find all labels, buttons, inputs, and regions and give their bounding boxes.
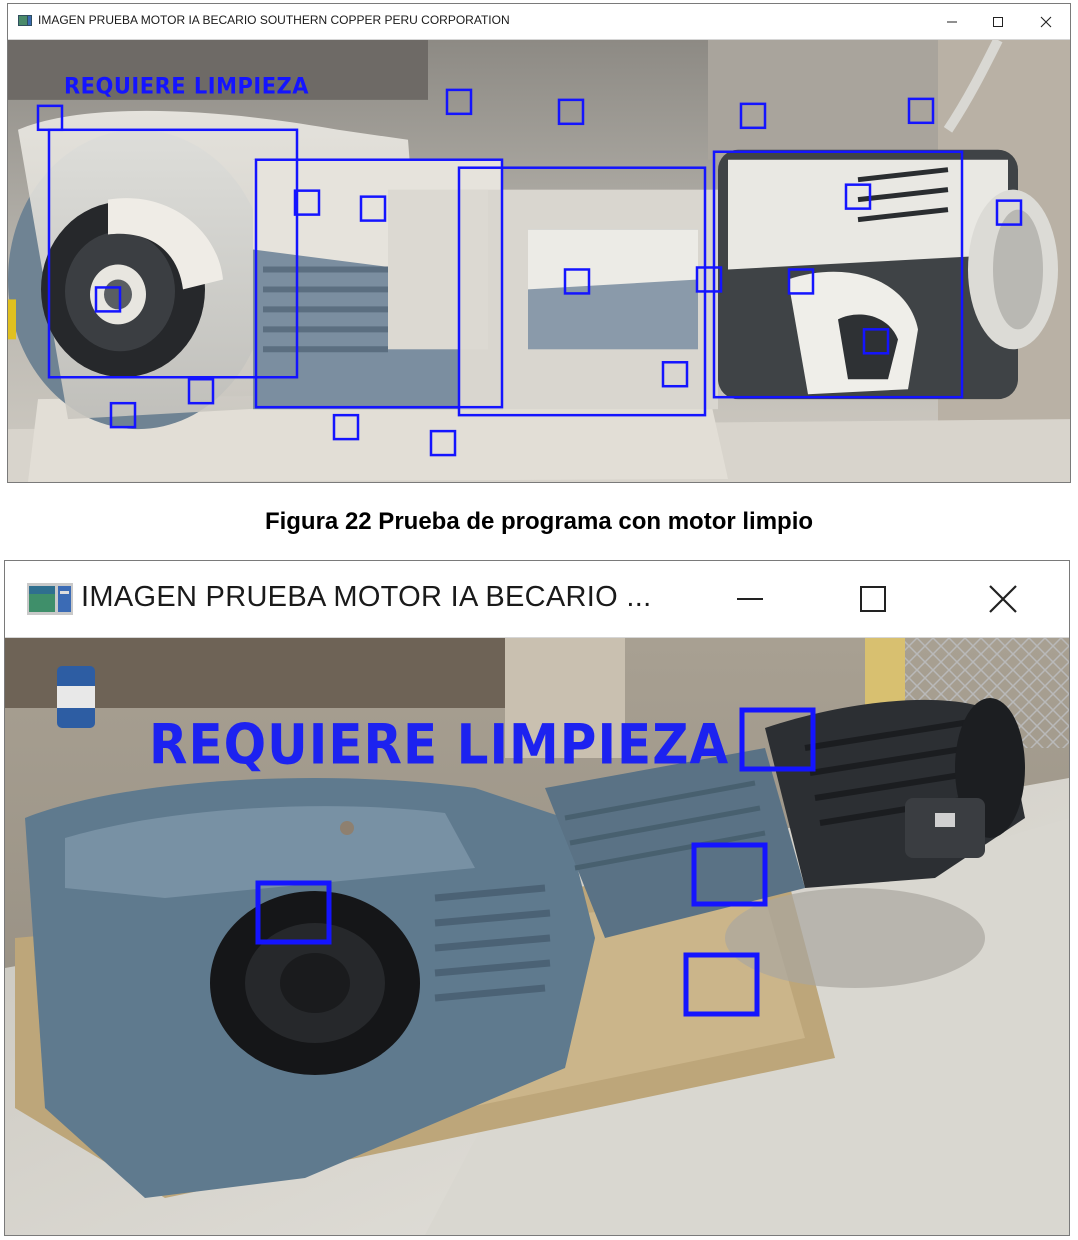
dusty-motor-image xyxy=(8,40,1070,482)
image-window-1: IMAGEN PRUEBA MOTOR IA BECARIO SOUTHERN … xyxy=(7,3,1071,483)
motor-photo: REQUIERE LIMPIEZA xyxy=(5,638,1069,1235)
cleaning-required-label: REQUIERE LIMPIEZA xyxy=(149,713,730,777)
minimize-icon xyxy=(737,598,763,600)
title-bar[interactable]: IMAGEN PRUEBA MOTOR IA BECARIO SOUTHERN … xyxy=(8,4,1070,40)
app-window-icon xyxy=(27,583,73,615)
image-window-2: IMAGEN PRUEBA MOTOR IA BECARIO ... REQUI… xyxy=(4,560,1070,1236)
close-button[interactable] xyxy=(963,561,1043,637)
title-bar[interactable]: IMAGEN PRUEBA MOTOR IA BECARIO ... xyxy=(5,561,1069,638)
maximize-icon xyxy=(860,586,886,612)
app-window-icon xyxy=(18,15,32,26)
maximize-button[interactable] xyxy=(978,4,1018,39)
window-title: IMAGEN PRUEBA MOTOR IA BECARIO SOUTHERN … xyxy=(38,13,510,27)
cleaning-required-label: REQUIERE LIMPIEZA xyxy=(64,73,310,99)
maximize-button[interactable] xyxy=(833,561,913,637)
window-title: IMAGEN PRUEBA MOTOR IA BECARIO ... xyxy=(81,581,652,613)
minimize-button[interactable] xyxy=(932,4,972,39)
minimize-icon xyxy=(947,21,957,22)
motor-photo: REQUIERE LIMPIEZA xyxy=(8,40,1070,482)
close-icon xyxy=(1040,16,1052,27)
close-icon xyxy=(989,585,1017,613)
minimize-button[interactable] xyxy=(710,561,790,637)
close-button[interactable] xyxy=(1026,4,1066,39)
maximize-icon xyxy=(993,16,1003,27)
figure-caption: Figura 22 Prueba de programa con motor l… xyxy=(264,508,814,535)
